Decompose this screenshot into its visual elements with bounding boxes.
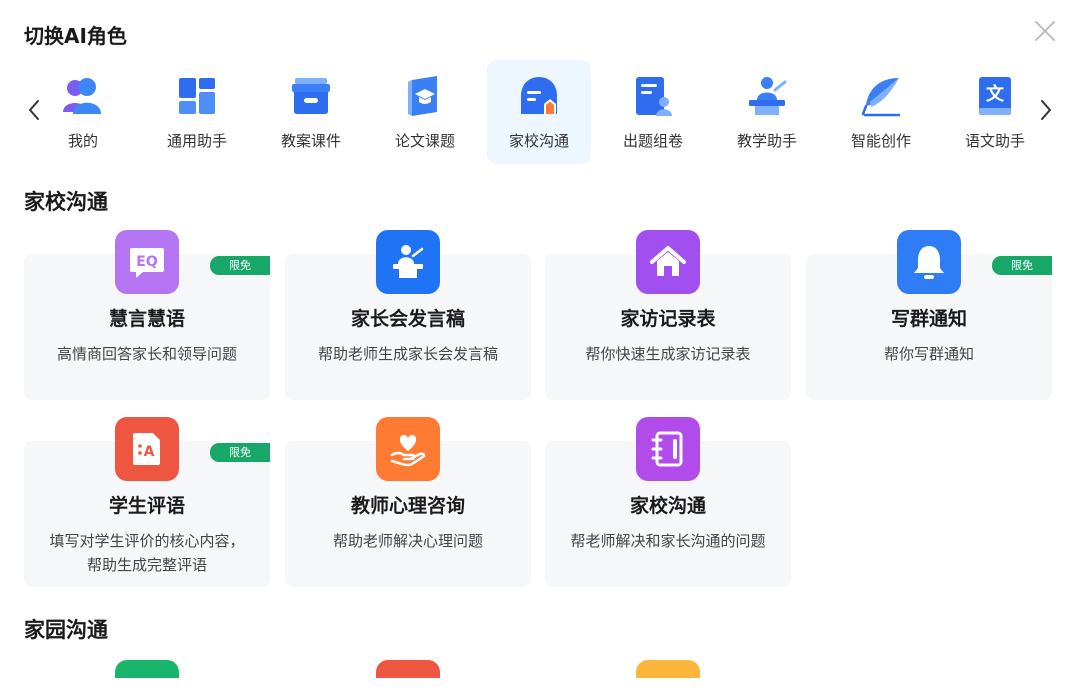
dialog-title: 切换AI角色 <box>24 24 127 48</box>
bell-icon <box>914 246 944 279</box>
close-icon <box>1035 21 1055 41</box>
tool-card-eq-reply[interactable]: EQ 限免 慧言慧语 高情商回答家长和领导问题 <box>24 230 270 400</box>
role-carousel: 我的 通用助手 教案课件 论文课题 家校沟通 出题组卷 教学助手 智能创作 文 … <box>0 58 1080 166</box>
role-label: 语文助手 <box>964 132 1025 150</box>
card-icon-tile-partial <box>636 660 700 678</box>
card-description: 帮助老师解决心理问题 <box>332 532 483 550</box>
exam-paper-icon <box>636 77 672 116</box>
card-description: 帮助老师生成家长会发言稿 <box>317 345 498 363</box>
role-label: 我的 <box>67 132 98 150</box>
role-label: 家校沟通 <box>508 132 569 150</box>
school-chat-icon <box>521 77 557 114</box>
card-icon-tile <box>376 417 440 481</box>
role-item-home-school[interactable]: 家校沟通 <box>487 60 591 164</box>
eq-chat-icon: EQ <box>130 248 164 278</box>
role-label: 通用助手 <box>166 132 227 150</box>
tool-card-student-comments[interactable]: A 限免 学生评语 填写对学生评价的核心内容，帮助生成完整评语 <box>24 417 270 587</box>
card-title: 家长会发言稿 <box>350 308 465 330</box>
graduation-book-icon <box>408 76 437 116</box>
role-item-chinese[interactable]: 文 语文助手 <box>943 60 1047 164</box>
tool-card-home-school-communication[interactable]: 家校沟通 帮老师解决和家长沟通的问题 <box>545 417 791 587</box>
role-label: 出题组卷 <box>622 132 683 150</box>
card-icon-tile <box>636 230 700 294</box>
role-item-creation[interactable]: 智能创作 <box>829 60 933 164</box>
card-icon-tile-partial <box>376 660 440 678</box>
card-icon-tile: A <box>115 417 179 481</box>
comment-card-icon: A <box>133 433 160 465</box>
role-item-general[interactable]: 通用助手 <box>145 60 249 164</box>
svg-text:文: 文 <box>986 83 1005 105</box>
section-title: 家园沟通 <box>24 618 108 642</box>
svg-text:EQ: EQ <box>136 254 158 270</box>
card-icon-tile <box>636 417 700 481</box>
card-icon-tile <box>376 230 440 294</box>
card-title: 教师心理咨询 <box>350 495 465 517</box>
role-item-thesis[interactable]: 论文课题 <box>373 60 477 164</box>
role-item-lesson[interactable]: 教案课件 <box>259 60 363 164</box>
card-icon-tile: EQ <box>115 230 179 294</box>
card-description: 帮你快速生成家访记录表 <box>585 345 751 363</box>
free-badge: 限免 <box>210 443 270 462</box>
card-icon-tile <box>897 230 961 294</box>
card-title: 写群通知 <box>890 308 967 330</box>
tool-card-teacher-counseling[interactable]: 教师心理咨询 帮助老师解决心理问题 <box>285 417 531 587</box>
card-description: 帮你写群通知 <box>883 345 974 363</box>
chevron-right-icon <box>1041 100 1051 120</box>
free-badge: 限免 <box>992 256 1052 275</box>
card-description: 填写对学生评价的核心内容，帮助生成完整评语 <box>49 532 245 574</box>
role-item-teaching[interactable]: 教学助手 <box>715 60 819 164</box>
heart-hand-icon <box>390 435 426 467</box>
archive-box-icon <box>292 78 330 114</box>
home-icon <box>650 246 686 276</box>
role-item-mine[interactable]: 我的 <box>31 60 135 164</box>
tool-card-home-visit-record[interactable]: 家访记录表 帮你快速生成家访记录表 <box>545 230 791 400</box>
notebook-icon <box>651 431 683 467</box>
card-title: 学生评语 <box>108 495 185 517</box>
role-label: 教案课件 <box>280 132 341 150</box>
close-button[interactable] <box>1032 18 1058 44</box>
speaker-podium-icon <box>393 245 424 278</box>
role-label: 论文课题 <box>394 132 455 150</box>
role-item-exam[interactable]: 出题组卷 <box>601 60 705 164</box>
quill-pen-icon <box>861 78 901 117</box>
card-title: 慧言慧语 <box>108 308 185 330</box>
card-title: 家校沟通 <box>629 495 706 517</box>
section-title: 家校沟通 <box>24 190 108 214</box>
svg-text:A: A <box>144 444 155 460</box>
card-description: 高情商回答家长和领导问题 <box>56 345 237 363</box>
role-label: 教学助手 <box>736 132 797 150</box>
card-icon-tile-partial <box>115 660 179 678</box>
carousel-next-button[interactable] <box>1034 92 1058 128</box>
free-badge: 限免 <box>210 256 270 275</box>
user-group-icon <box>63 78 101 114</box>
card-title: 家访记录表 <box>620 308 716 330</box>
tool-card-group-notice[interactable]: 限免 写群通知 帮你写群通知 <box>806 230 1052 400</box>
tool-card-parent-meeting-speech[interactable]: 家长会发言稿 帮助老师生成家长会发言稿 <box>285 230 531 400</box>
card-description: 帮老师解决和家长沟通的问题 <box>570 532 766 550</box>
grid-layout-icon <box>179 78 215 114</box>
teacher-podium-icon <box>749 77 787 115</box>
chinese-book-icon: 文 <box>979 77 1011 115</box>
role-label: 智能创作 <box>850 132 911 150</box>
